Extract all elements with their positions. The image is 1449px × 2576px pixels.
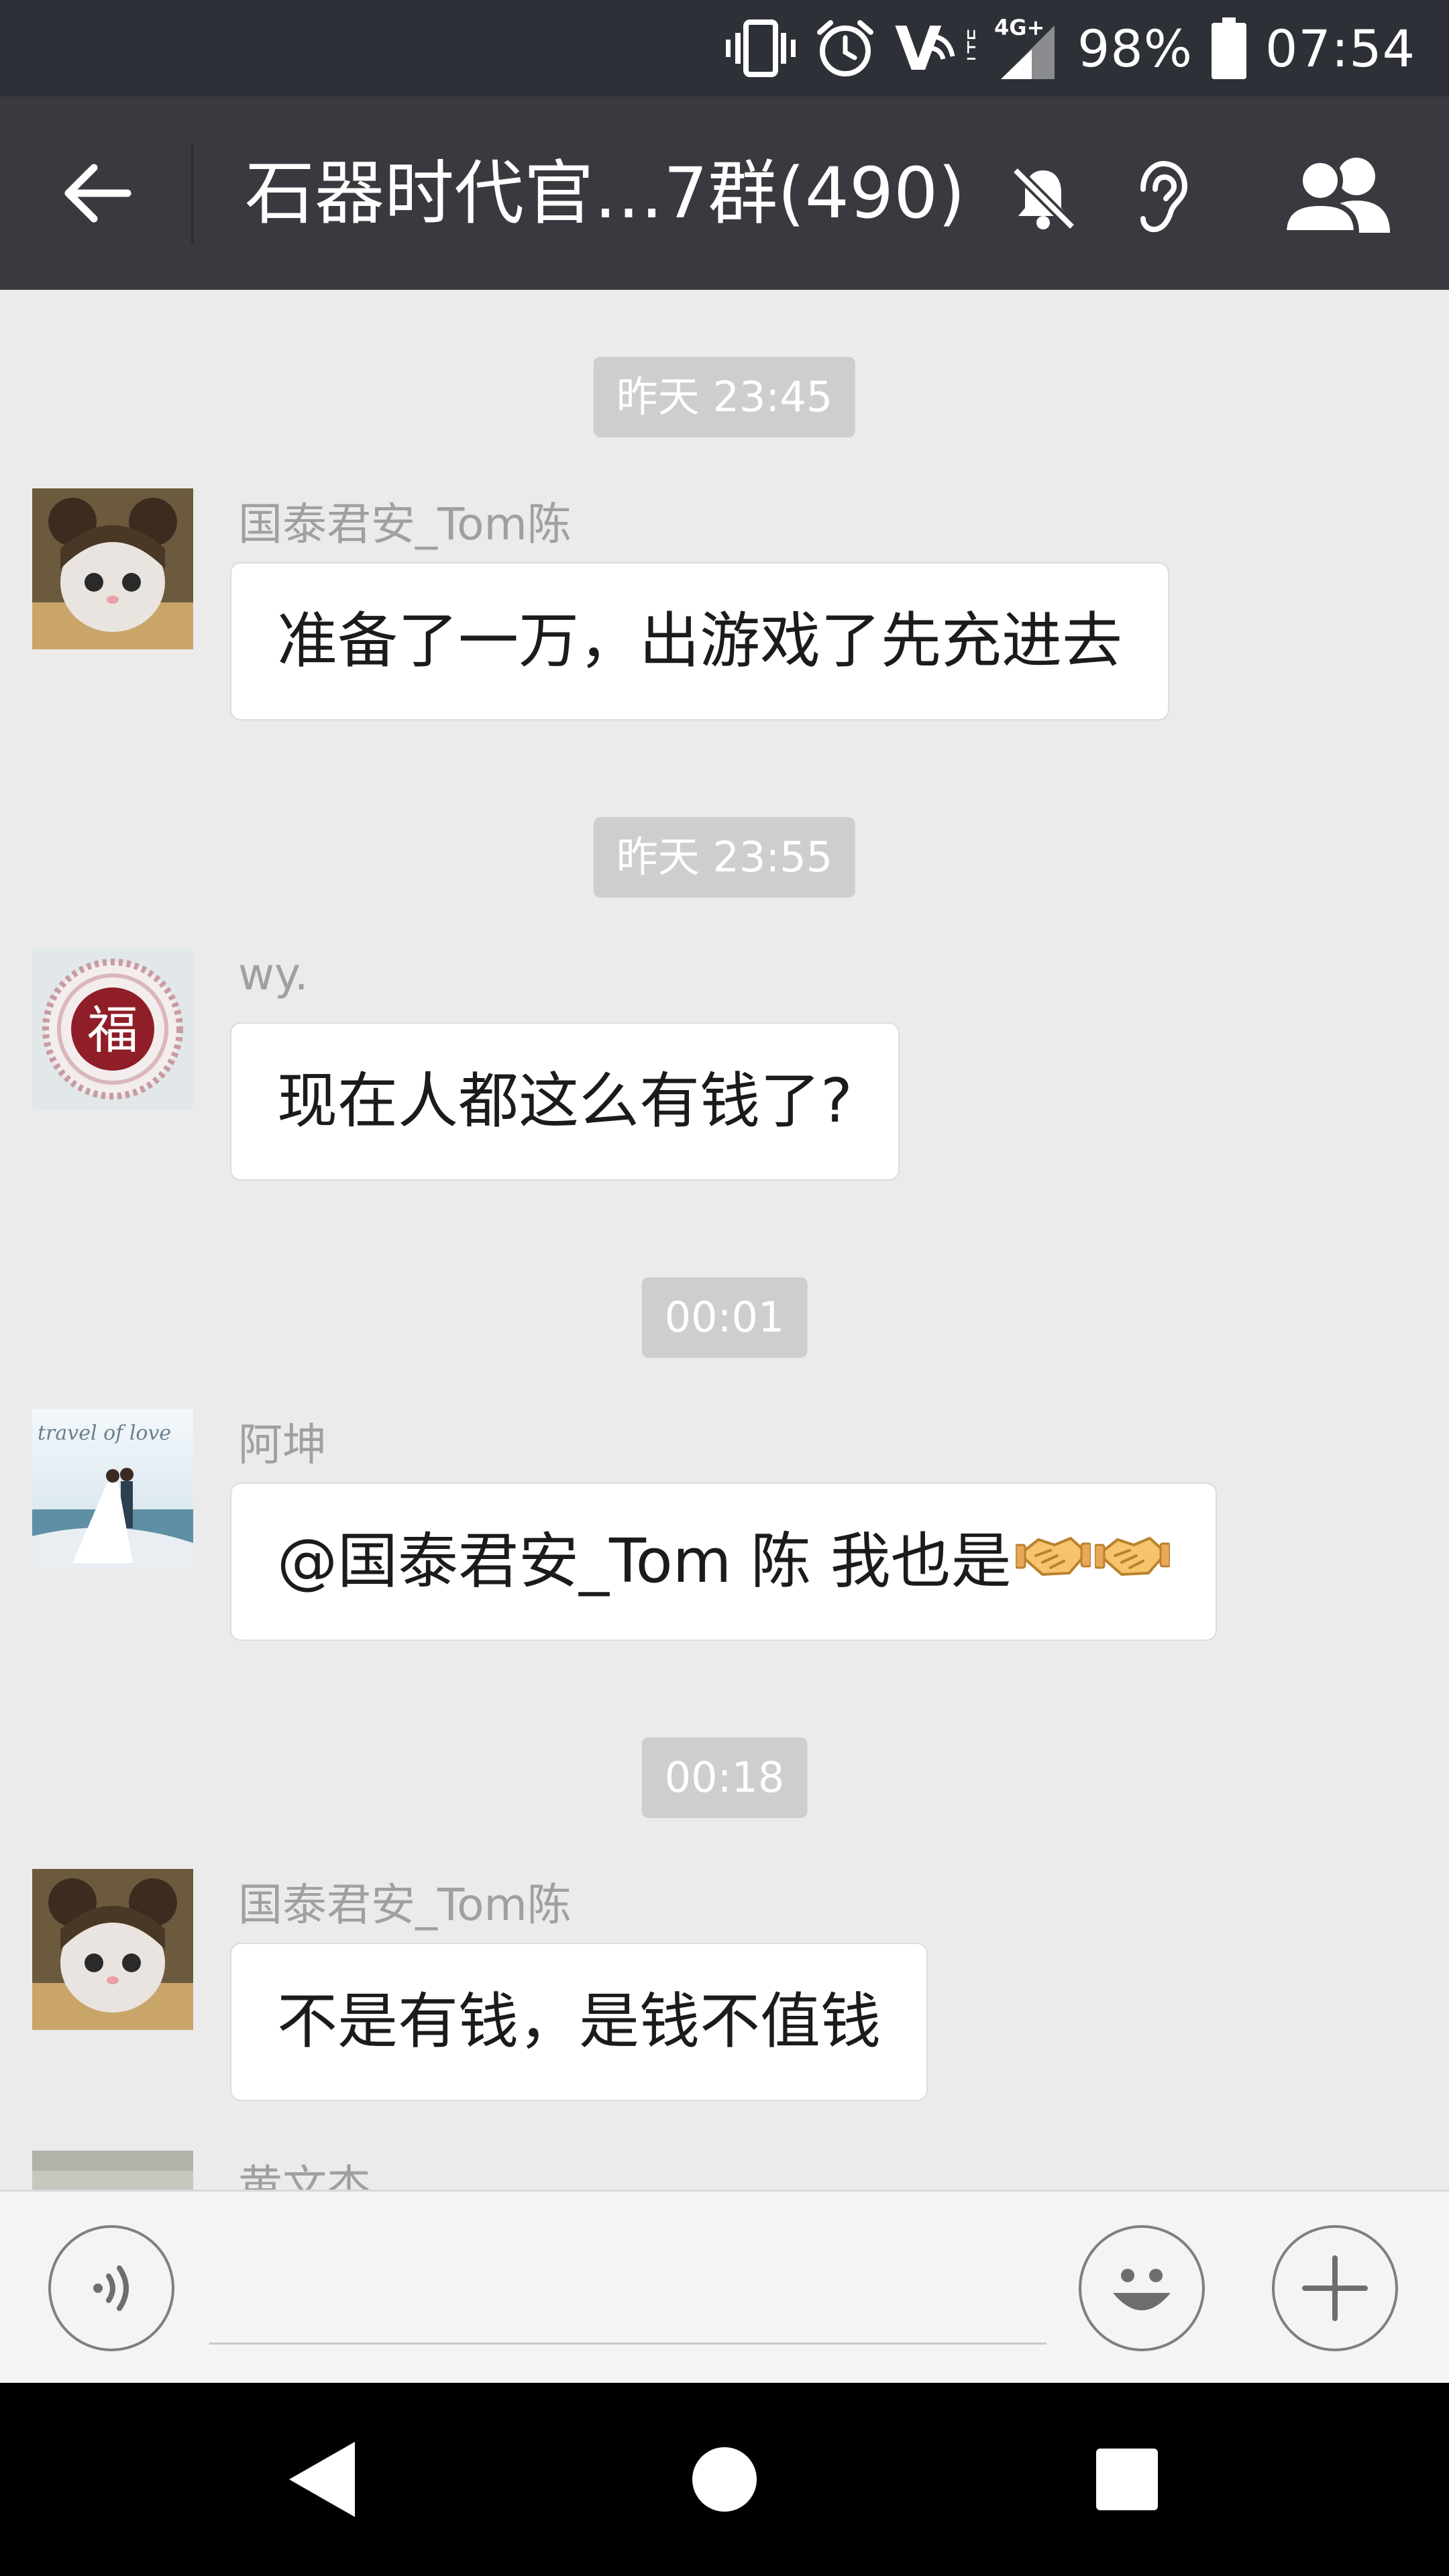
- sender-name: 阿坤: [238, 1419, 327, 1470]
- avatar[interactable]: [32, 1869, 193, 2030]
- timestamp: 00:18: [641, 1737, 808, 1818]
- message-bubble[interactable]: 准备了一万，出游戏了先充进去: [230, 562, 1169, 720]
- group-members-icon: [1281, 158, 1390, 234]
- avatar[interactable]: 福: [32, 949, 193, 1110]
- message-bubble[interactable]: 现在人都这么有钱了?: [230, 1022, 900, 1181]
- status-icons: V LTE 4G+ 98% 07:54: [726, 0, 1415, 97]
- chat-title: 石器时代官…7群(490): [245, 152, 965, 234]
- battery-percent: 98%: [1077, 18, 1193, 78]
- avatar[interactable]: [32, 488, 193, 649]
- battery-icon: [1211, 17, 1246, 79]
- ear-icon: [1140, 160, 1188, 233]
- nav-back-button[interactable]: [235, 2383, 409, 2576]
- back-button[interactable]: [47, 153, 148, 233]
- volte-icon: V LTE: [895, 16, 975, 80]
- clock: 07:54: [1265, 18, 1415, 78]
- svg-text:4G+: 4G+: [994, 15, 1044, 40]
- mute-bell-icon: [1012, 166, 1076, 231]
- back-arrow-icon: [64, 164, 131, 223]
- svg-text:LTE: LTE: [964, 28, 975, 62]
- header-divider: [191, 144, 193, 244]
- navigation-bar: [0, 2383, 1449, 2576]
- svg-text:travel of love: travel of love: [38, 1421, 171, 1445]
- handshake-emoji-icon: [1014, 1487, 1092, 1643]
- nav-home-button[interactable]: [637, 2383, 812, 2576]
- cat-avatar-image: [32, 488, 193, 649]
- message-text: @国泰君安_Tom 陈 我也是: [277, 1526, 1012, 1597]
- chat-header: 石器时代官…7群(490): [0, 97, 1449, 290]
- input-bar: [0, 2190, 1449, 2383]
- sender-name: 国泰君安_Tom陈: [238, 1879, 572, 1931]
- message-list[interactable]: 昨天 23:45 国泰君安_Tom陈 准备了一万，出游戏了先充进去 昨天 23:…: [0, 290, 1449, 2190]
- fu-avatar-image: 福: [32, 949, 193, 1110]
- avatar[interactable]: [32, 2151, 193, 2190]
- svg-text:福: 福: [87, 1000, 138, 1060]
- emoji-face-icon: [1113, 2269, 1171, 2310]
- timestamp: 昨天 23:55: [593, 817, 856, 898]
- timestamp: 昨天 23:45: [593, 357, 856, 437]
- nav-back-icon: [289, 2442, 355, 2517]
- timestamp: 00:01: [641, 1277, 808, 1358]
- signal-icon: 4G+: [994, 15, 1055, 79]
- handshake-emoji-icon: [1093, 1487, 1171, 1643]
- emoji-button[interactable]: [1079, 2225, 1205, 2351]
- voice-button[interactable]: [48, 2225, 174, 2351]
- cat-avatar-image: [32, 1869, 193, 2030]
- sender-name: wy.: [238, 949, 309, 1000]
- alarm-icon: [817, 20, 874, 76]
- wedding-avatar-image: travel of love: [32, 1409, 193, 1570]
- more-actions-button[interactable]: [1272, 2225, 1398, 2351]
- status-bar: V LTE 4G+ 98% 07:54: [0, 0, 1449, 97]
- message-bubble[interactable]: @国泰君安_Tom 陈 我也是: [230, 1483, 1217, 1641]
- group-members-button[interactable]: [1271, 150, 1405, 237]
- nav-recents-icon: [1096, 2449, 1158, 2510]
- plus-icon: [1302, 2255, 1368, 2321]
- sender-name: 国泰君安_Tom陈: [238, 498, 572, 550]
- vibrate-icon: [726, 19, 796, 77]
- avatar[interactable]: travel of love: [32, 1409, 193, 1570]
- nav-home-icon: [692, 2447, 757, 2512]
- message-input[interactable]: [209, 2232, 1046, 2345]
- avatar-image: [32, 2151, 193, 2190]
- sender-name: 黄文杰: [238, 2161, 371, 2190]
- nav-recents-button[interactable]: [1040, 2383, 1214, 2576]
- voice-icon: [93, 2265, 129, 2311]
- message-bubble[interactable]: 不是有钱，是钱不值钱: [230, 1943, 928, 2101]
